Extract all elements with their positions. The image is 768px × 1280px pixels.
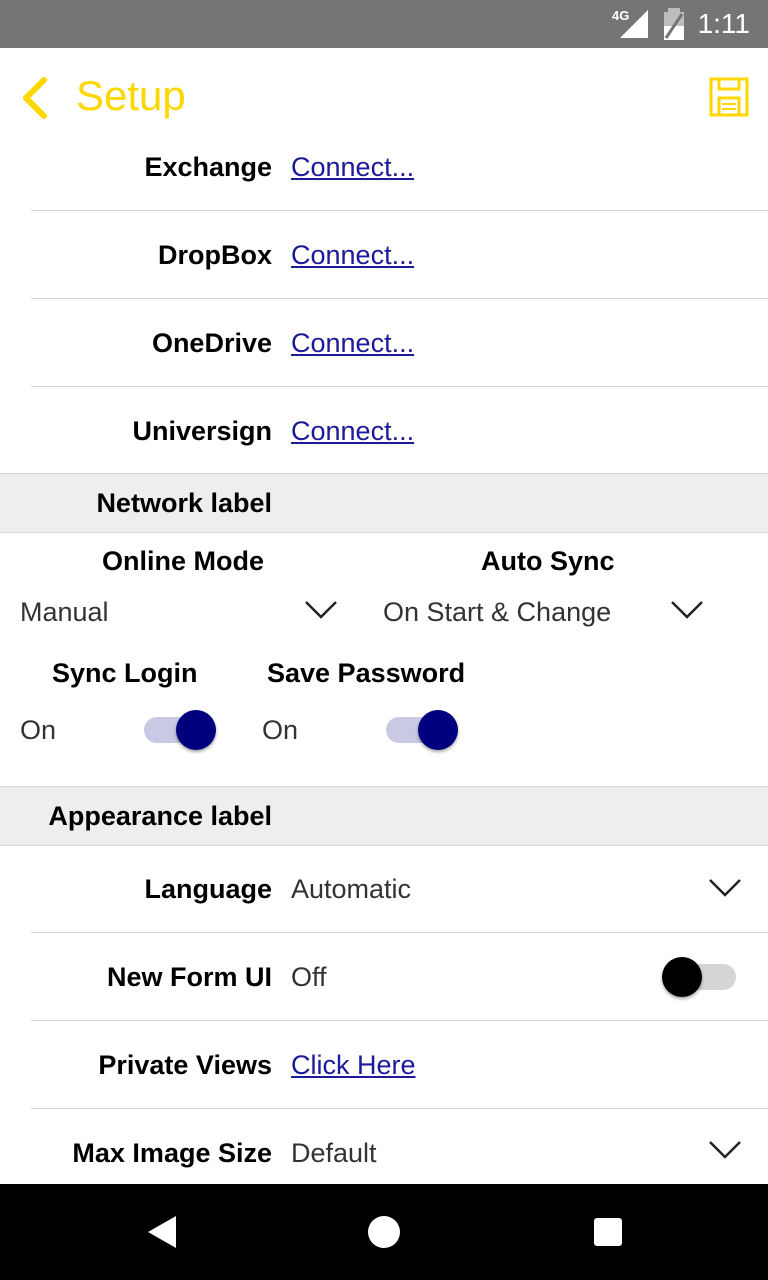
universign-label: Universign xyxy=(132,416,272,446)
exchange-connect-link[interactable]: Connect... xyxy=(291,152,414,183)
max-image-size-label: Max Image Size xyxy=(72,1138,272,1168)
max-image-size-row[interactable]: Max Image Size Default xyxy=(0,1136,768,1184)
nav-home-icon[interactable] xyxy=(368,1216,400,1248)
new-form-ui-row: New Form UI Off xyxy=(0,957,768,1020)
save-icon[interactable] xyxy=(708,76,750,118)
onedrive-connect-link[interactable]: Connect... xyxy=(291,328,414,359)
new-form-ui-value: Off xyxy=(291,962,327,992)
signal-icon xyxy=(620,10,648,38)
network-section-label: Network label xyxy=(96,488,272,518)
save-password-toggle[interactable] xyxy=(386,709,458,750)
private-views-label: Private Views xyxy=(98,1050,272,1080)
divider xyxy=(31,1108,768,1109)
status-bar: 4G 1:11 xyxy=(0,0,768,48)
appearance-section-header: Appearance label xyxy=(0,786,768,846)
universign-row: Universign Connect... xyxy=(0,414,768,474)
appearance-section-label: Appearance label xyxy=(48,801,272,831)
auto-sync-value[interactable]: On Start & Change xyxy=(383,597,611,628)
onedrive-label: OneDrive xyxy=(151,328,272,358)
private-views-link[interactable]: Click Here xyxy=(291,1050,416,1081)
new-form-ui-toggle[interactable] xyxy=(662,956,736,997)
network-section-header: Network label xyxy=(0,473,768,533)
toggle-thumb xyxy=(662,957,702,997)
status-time: 1:11 xyxy=(697,8,750,39)
universign-connect-link[interactable]: Connect... xyxy=(291,416,414,447)
max-image-size-value[interactable]: Default xyxy=(291,1138,377,1169)
sync-login-value: On xyxy=(20,715,57,745)
onedrive-row: OneDrive Connect... xyxy=(0,326,768,386)
save-password-value: On xyxy=(262,715,299,745)
chevron-down-icon[interactable] xyxy=(670,600,704,620)
battery-icon xyxy=(664,8,684,40)
dropbox-row: DropBox Connect... xyxy=(0,238,768,298)
page-title: Setup xyxy=(76,72,186,119)
divider xyxy=(31,1020,768,1021)
dropbox-connect-link[interactable]: Connect... xyxy=(291,240,414,271)
language-label: Language xyxy=(144,874,272,904)
divider xyxy=(31,386,768,387)
navigation-bar xyxy=(0,1184,768,1280)
divider xyxy=(31,210,768,211)
nav-back-icon[interactable] xyxy=(144,1214,180,1250)
dropbox-label: DropBox xyxy=(158,240,272,270)
language-value[interactable]: Automatic xyxy=(291,874,411,905)
toggle-thumb xyxy=(176,710,216,750)
sync-login-toggle[interactable] xyxy=(144,709,216,750)
auto-sync-label: Auto Sync xyxy=(481,546,615,576)
chevron-down-icon[interactable] xyxy=(304,600,338,620)
nav-recent-apps-icon[interactable] xyxy=(594,1218,622,1246)
new-form-ui-label: New Form UI xyxy=(106,962,272,992)
chevron-down-icon[interactable] xyxy=(708,878,742,898)
language-row[interactable]: Language Automatic xyxy=(0,872,768,932)
divider xyxy=(31,932,768,933)
divider xyxy=(31,298,768,299)
exchange-row: Exchange Connect... xyxy=(0,150,768,210)
back-arrow-icon[interactable] xyxy=(16,76,56,120)
chevron-down-icon[interactable] xyxy=(708,1140,742,1160)
save-password-label: Save Password xyxy=(267,658,466,688)
sync-login-label: Sync Login xyxy=(52,658,198,688)
online-mode-label: Online Mode xyxy=(102,546,264,576)
toggle-thumb xyxy=(418,710,458,750)
app-bar: Setup xyxy=(0,48,768,144)
private-views-row: Private Views Click Here xyxy=(0,1048,768,1108)
online-mode-value[interactable]: Manual xyxy=(20,597,109,628)
exchange-label: Exchange xyxy=(144,152,272,182)
